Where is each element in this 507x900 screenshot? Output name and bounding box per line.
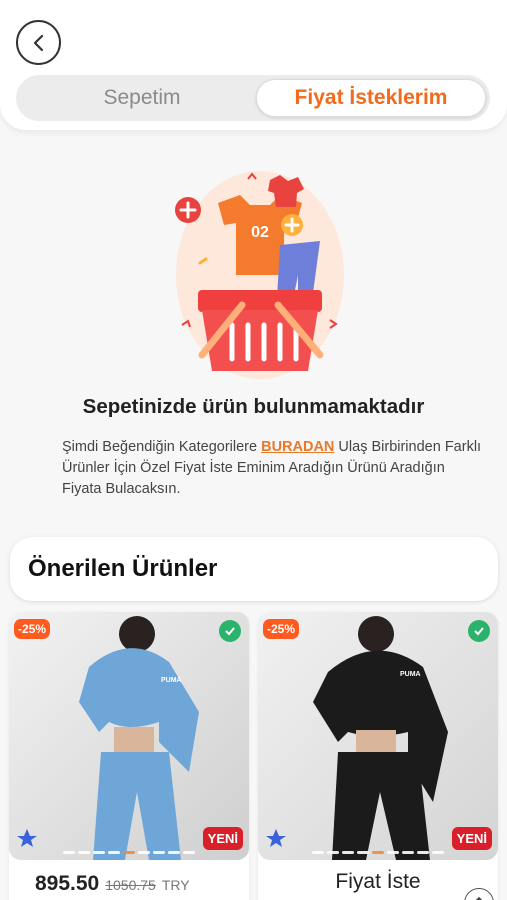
current-price: 895.50 (35, 872, 100, 895)
check-icon (219, 620, 241, 642)
empty-cart-title: Sepetinizde ürün bulunmamaktadır (82, 395, 425, 418)
discount-badge: -25% (14, 619, 51, 639)
top-bar: Sepetim Fiyat İsteklerim (0, 0, 507, 130)
check-icon (468, 620, 490, 642)
buradan-link[interactable]: BURADAN (261, 439, 334, 455)
product-logo: PUMA (161, 677, 182, 684)
back-button[interactable] (16, 20, 61, 65)
recommended-products-header: Önerilen Ürünler (10, 537, 498, 601)
currency: TRY (161, 877, 190, 893)
product-card[interactable]: PUMA -25% YENİ Fiyat İste (258, 612, 498, 900)
product-image[interactable]: PUMA -25% YENİ (258, 612, 498, 860)
product-card[interactable]: PUMA -25% YENİ 895.50 1050.75 TRY (9, 612, 249, 900)
empty-cart-description: Şimdi Beğendiğin Kategorilere BURADAN Ul… (62, 437, 482, 500)
star-icon (17, 829, 37, 847)
shopping-basket-illustration: 02 (175, 171, 344, 379)
chevron-left-icon (33, 34, 43, 51)
product-logo: PUMA (400, 671, 421, 678)
tshirt-number: 02 (251, 224, 269, 241)
product-image[interactable]: PUMA -25% YENİ (9, 612, 249, 860)
description-text-1: Şimdi Beğendiğin Kategorilere (62, 439, 262, 455)
old-price: 1050.75 (105, 877, 156, 893)
product-photo: PUMA (258, 612, 498, 860)
request-price-button[interactable]: Fiyat İste (258, 870, 498, 894)
tab-fiyat-isteklerim[interactable]: Fiyat İsteklerim (256, 79, 486, 117)
tab-sepetim[interactable]: Sepetim (22, 79, 262, 117)
image-pagination (9, 851, 249, 854)
star-icon (266, 829, 286, 847)
new-badge: YENİ (202, 827, 243, 850)
image-pagination (258, 851, 498, 854)
segmented-control: Sepetim Fiyat İsteklerim (16, 75, 490, 121)
arrow-up-icon (475, 896, 483, 900)
new-badge: YENİ (451, 827, 492, 850)
product-photo: PUMA (9, 612, 249, 860)
price-row: 895.50 1050.75 TRY (35, 872, 190, 896)
discount-badge: -25% (263, 619, 300, 639)
